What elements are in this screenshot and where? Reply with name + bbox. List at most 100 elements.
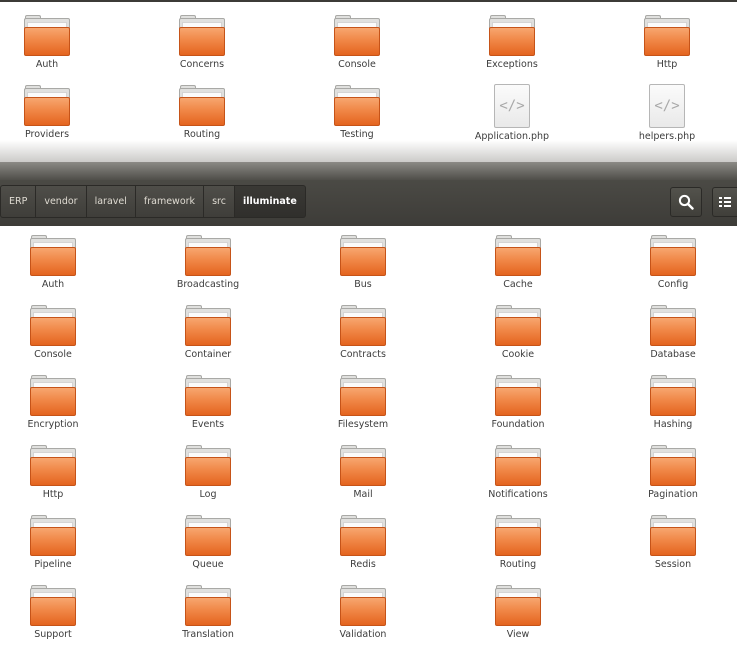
folder-icon bbox=[24, 15, 70, 56]
folder-icon bbox=[185, 445, 231, 486]
folder-icon bbox=[334, 85, 380, 126]
folder-icon bbox=[30, 585, 76, 626]
item-label: Contracts bbox=[340, 349, 386, 360]
folder-item[interactable]: Validation bbox=[303, 585, 423, 652]
folder-icon bbox=[185, 375, 231, 416]
folder-item[interactable]: Redis bbox=[303, 515, 423, 582]
top-file-view: Auth Concerns Console Exceptions Http Provide… bbox=[0, 2, 737, 166]
folder-item[interactable]: Routing bbox=[142, 85, 262, 152]
item-label: Console bbox=[338, 59, 376, 70]
breadcrumb-item[interactable]: src bbox=[204, 185, 235, 218]
folder-icon bbox=[340, 235, 386, 276]
folder-item[interactable]: Console bbox=[0, 305, 113, 372]
folder-item[interactable]: View bbox=[458, 585, 578, 652]
folder-icon bbox=[340, 515, 386, 556]
folder-item[interactable]: Exceptions bbox=[452, 15, 572, 82]
folder-icon bbox=[30, 375, 76, 416]
folder-item[interactable]: Encryption bbox=[0, 375, 113, 442]
folder-item[interactable]: Hashing bbox=[613, 375, 733, 442]
item-label: Notifications bbox=[488, 489, 548, 500]
folder-item[interactable]: Pipeline bbox=[0, 515, 113, 582]
item-label: Cache bbox=[503, 279, 533, 290]
item-label: Cookie bbox=[501, 349, 535, 360]
item-label: Auth bbox=[35, 59, 59, 70]
item-label: Broadcasting bbox=[176, 279, 240, 290]
folder-icon bbox=[340, 305, 386, 346]
folder-item[interactable]: Cache bbox=[458, 235, 578, 302]
folder-item[interactable]: Events bbox=[148, 375, 268, 442]
file-item[interactable]: </> Application.php bbox=[452, 84, 572, 152]
view-mode-button[interactable] bbox=[712, 187, 737, 217]
folder-icon bbox=[650, 235, 696, 276]
item-label: Routing bbox=[183, 129, 221, 140]
folder-item[interactable]: Routing bbox=[458, 515, 578, 582]
breadcrumb-item[interactable]: ERP bbox=[0, 185, 37, 218]
breadcrumb: ERP vendor laravel framework src illuminate bbox=[0, 185, 306, 218]
nautilus-toolbar: ERP vendor laravel framework src illuminate bbox=[0, 180, 737, 226]
folder-item[interactable]: Mail bbox=[303, 445, 423, 512]
folder-icon bbox=[650, 515, 696, 556]
top-icon-grid: Auth Concerns Console Exceptions Http Provide… bbox=[0, 2, 737, 162]
item-label: Foundation bbox=[491, 419, 545, 430]
window-separator bbox=[0, 162, 737, 180]
item-label: Console bbox=[34, 349, 72, 360]
folder-item[interactable]: Container bbox=[148, 305, 268, 372]
breadcrumb-item[interactable]: framework bbox=[135, 185, 205, 218]
file-item[interactable]: </> helpers.php bbox=[607, 84, 727, 152]
folder-icon bbox=[495, 375, 541, 416]
folder-item[interactable]: Foundation bbox=[458, 375, 578, 442]
folder-item[interactable]: Http bbox=[0, 445, 113, 512]
folder-item[interactable]: Broadcasting bbox=[148, 235, 268, 302]
folder-item[interactable]: Bus bbox=[303, 235, 423, 302]
item-label: Bus bbox=[354, 279, 372, 290]
folder-icon bbox=[179, 85, 225, 126]
folder-icon bbox=[495, 305, 541, 346]
folder-item[interactable]: Testing bbox=[297, 85, 417, 152]
item-label: Http bbox=[656, 59, 678, 70]
folder-item[interactable]: Pagination bbox=[613, 445, 733, 512]
code-file-icon: </> bbox=[649, 84, 685, 128]
folder-item[interactable]: Http bbox=[607, 15, 727, 82]
folder-item[interactable]: Auth bbox=[0, 235, 113, 302]
folder-item[interactable]: Filesystem bbox=[303, 375, 423, 442]
folder-icon bbox=[495, 235, 541, 276]
item-label: Pipeline bbox=[34, 559, 72, 570]
item-label: Redis bbox=[350, 559, 376, 570]
folder-icon bbox=[334, 15, 380, 56]
folder-item[interactable]: Console bbox=[297, 15, 417, 82]
folder-item[interactable]: Database bbox=[613, 305, 733, 372]
item-label: Log bbox=[199, 489, 217, 500]
breadcrumb-item[interactable]: vendor bbox=[36, 185, 87, 218]
folder-icon bbox=[24, 85, 70, 126]
item-label: Support bbox=[34, 629, 72, 640]
folder-icon bbox=[185, 515, 231, 556]
item-label: Queue bbox=[192, 559, 224, 570]
folder-icon bbox=[185, 235, 231, 276]
item-label: Application.php bbox=[474, 131, 550, 142]
folder-item[interactable]: Cookie bbox=[458, 305, 578, 372]
folder-icon bbox=[340, 375, 386, 416]
item-label: Exceptions bbox=[486, 59, 538, 70]
item-label: helpers.php bbox=[638, 131, 696, 142]
item-label: Filesystem bbox=[337, 419, 389, 430]
breadcrumb-item[interactable]: laravel bbox=[86, 185, 136, 218]
folder-item[interactable]: Concerns bbox=[142, 15, 262, 82]
item-label: Concerns bbox=[179, 59, 225, 70]
folder-item[interactable]: Support bbox=[0, 585, 113, 652]
folder-item[interactable]: Queue bbox=[148, 515, 268, 582]
folder-item[interactable]: Config bbox=[613, 235, 733, 302]
folder-item[interactable]: Notifications bbox=[458, 445, 578, 512]
folder-item[interactable]: Session bbox=[613, 515, 733, 582]
item-label: Session bbox=[654, 559, 692, 570]
folder-item[interactable]: Translation bbox=[148, 585, 268, 652]
item-label: Config bbox=[657, 279, 689, 290]
search-button[interactable] bbox=[670, 187, 702, 217]
item-label: Providers bbox=[24, 129, 70, 140]
folder-icon bbox=[30, 235, 76, 276]
breadcrumb-item[interactable]: illuminate bbox=[234, 185, 306, 218]
item-label: Http bbox=[42, 489, 64, 500]
folder-item[interactable]: Contracts bbox=[303, 305, 423, 372]
folder-item[interactable]: Log bbox=[148, 445, 268, 512]
folder-item[interactable]: Providers bbox=[0, 85, 107, 152]
folder-item[interactable]: Auth bbox=[0, 15, 107, 82]
